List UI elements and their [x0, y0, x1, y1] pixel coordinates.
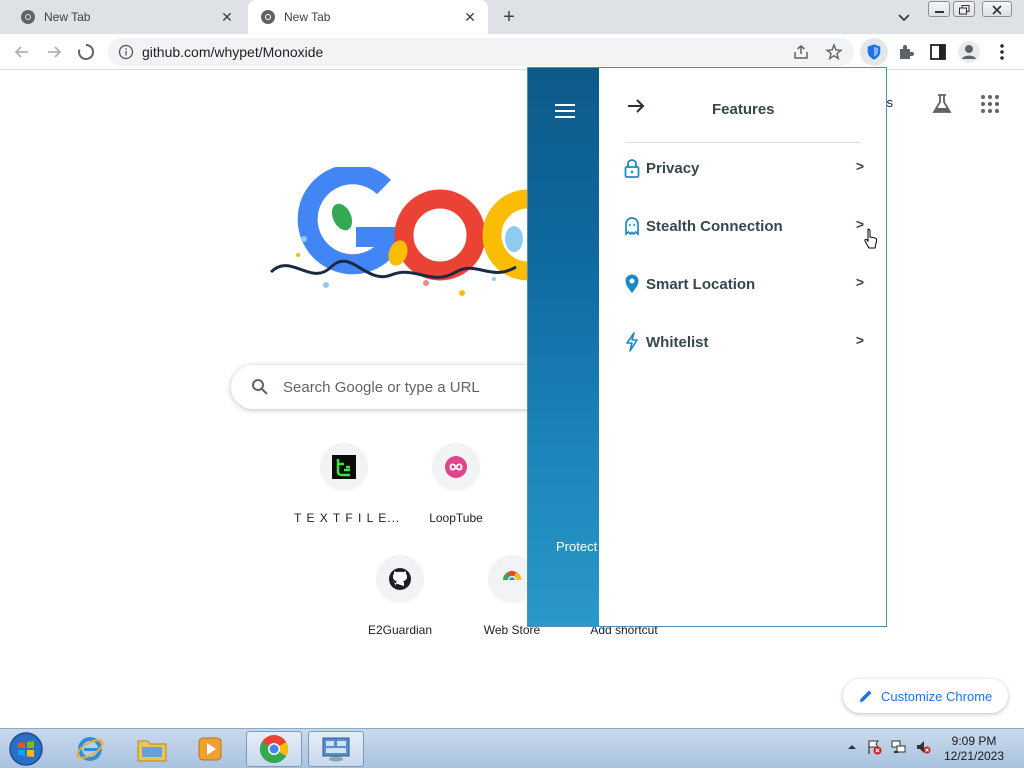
close-window-button[interactable]	[982, 1, 1012, 17]
taskbar-control-panel[interactable]	[308, 731, 364, 767]
chrome-webstore-icon	[502, 571, 522, 589]
divider	[625, 142, 861, 143]
shield-icon	[867, 44, 881, 60]
start-button[interactable]	[6, 731, 46, 767]
internet-explorer-icon	[76, 737, 104, 761]
clock-time: 9:09 PM	[951, 734, 997, 748]
shortcut-icon-circle	[320, 443, 368, 491]
lock-icon	[624, 159, 640, 178]
github-icon	[389, 568, 411, 590]
taskbar-media-player[interactable]	[182, 731, 238, 767]
search-placeholder: Search Google or type a URL	[283, 379, 480, 396]
windows-taskbar: 9:09 PM 12/21/2023	[0, 728, 1024, 768]
clock-date: 12/21/2023	[943, 749, 1005, 763]
feature-item-privacy[interactable]: Privacy >	[624, 156, 864, 180]
chrome-icon	[21, 10, 35, 24]
chevron-right-icon: >	[855, 274, 864, 290]
chevron-right-icon: >	[855, 332, 864, 348]
restore-button[interactable]	[953, 1, 975, 17]
shortcut-label: LoopTube	[429, 511, 483, 525]
person-icon	[962, 45, 976, 59]
restore-icon	[959, 5, 970, 15]
taskbar-file-explorer[interactable]	[124, 731, 180, 767]
shortcut-label: T E X T F I L E...	[294, 511, 401, 525]
tab-title: New Tab	[44, 10, 91, 24]
shortcut-icon-circle	[376, 555, 424, 603]
feature-label: Privacy	[646, 159, 700, 177]
chevron-down-icon[interactable]	[896, 9, 912, 25]
url-text[interactable]: github.com/whypet/Monoxide	[142, 44, 323, 60]
search-icon	[252, 379, 268, 395]
side-panel-icon[interactable]	[928, 42, 948, 62]
taskbar-chrome[interactable]	[246, 731, 302, 767]
profile-avatar[interactable]	[958, 41, 980, 63]
browser-toolbar: github.com/whypet/Monoxide	[0, 34, 1024, 70]
new-tab-button[interactable]: +	[498, 7, 520, 29]
labs-flask-icon[interactable]	[931, 93, 953, 115]
popup-title: Features	[712, 101, 775, 118]
lightning-icon	[626, 332, 638, 352]
minimize-icon	[935, 11, 944, 13]
address-bar[interactable]: github.com/whypet/Monoxide	[108, 38, 854, 66]
extension-popup: Protect Features Privacy > Stealth Conne…	[527, 67, 887, 627]
forward-arrow-icon[interactable]	[44, 42, 64, 62]
chevron-right-icon: >	[855, 158, 864, 174]
protect-status-text: Protect	[556, 539, 598, 554]
mouse-cursor-icon	[864, 228, 878, 249]
network-icon[interactable]	[891, 739, 907, 755]
close-tab-icon[interactable]: ✕	[462, 9, 478, 25]
volume-muted-icon[interactable]	[915, 739, 931, 755]
extension-shield-button[interactable]	[860, 38, 888, 66]
system-clock[interactable]: 9:09 PM 12/21/2023	[936, 734, 1012, 764]
shortcut-tile[interactable]: E2Guardian	[350, 555, 450, 637]
customize-chrome-button[interactable]: Customize Chrome	[843, 679, 1008, 713]
feature-item-stealth-connection[interactable]: Stealth Connection >	[624, 214, 864, 238]
more-menu-icon[interactable]	[992, 42, 1012, 62]
right-arrow-icon[interactable]	[626, 97, 646, 115]
share-icon[interactable]	[792, 43, 810, 61]
minimize-button[interactable]	[928, 1, 950, 17]
feature-label: Whitelist	[646, 333, 709, 351]
windows-logo-icon	[9, 732, 43, 766]
google-doodle[interactable]	[266, 167, 536, 297]
shortcut-tile[interactable]: T E X T F I L E...	[294, 443, 401, 525]
close-icon	[992, 5, 1002, 15]
info-icon[interactable]	[118, 44, 134, 60]
chevron-right-icon: >	[855, 216, 864, 232]
feature-label: Stealth Connection	[646, 217, 783, 235]
textfile-icon	[332, 455, 356, 479]
bookmark-star-icon[interactable]	[825, 43, 843, 61]
popup-sidebar: Protect	[528, 68, 599, 626]
shortcut-icon-circle	[432, 443, 480, 491]
tab-new-tab-2[interactable]: New Tab ✕	[248, 0, 488, 34]
google-search-box[interactable]: Search Google or type a URL	[231, 365, 551, 409]
feature-label: Smart Location	[646, 275, 756, 293]
control-panel-icon	[322, 737, 350, 762]
shortcut-tile[interactable]: LoopTube	[406, 443, 506, 525]
chrome-icon	[261, 10, 275, 24]
shortcut-label: E2Guardian	[367, 623, 433, 637]
ghost-icon	[625, 217, 639, 236]
close-tab-icon[interactable]: ✕	[219, 9, 235, 25]
location-pin-icon	[625, 274, 639, 293]
apps-grid-icon[interactable]	[980, 94, 1000, 114]
tab-strip: New Tab ✕ New Tab ✕ +	[0, 0, 1024, 34]
pencil-icon	[860, 690, 872, 702]
feature-item-whitelist[interactable]: Whitelist >	[624, 330, 864, 354]
chrome-icon	[260, 735, 288, 763]
customize-chrome-label: Customize Chrome	[881, 688, 993, 704]
hamburger-menu-icon[interactable]	[555, 104, 575, 118]
feature-item-smart-location[interactable]: Smart Location >	[624, 272, 864, 296]
looptube-icon	[445, 456, 467, 478]
show-hidden-icons-icon[interactable]	[844, 739, 860, 755]
folder-icon	[137, 740, 167, 762]
tab-new-tab-1[interactable]: New Tab ✕	[0, 0, 245, 34]
loading-spinner-icon[interactable]	[76, 42, 96, 62]
tab-title: New Tab	[284, 10, 331, 24]
media-player-icon	[198, 737, 222, 761]
action-center-flag-icon[interactable]	[866, 739, 882, 755]
extensions-puzzle-icon[interactable]	[896, 42, 916, 62]
back-arrow-icon[interactable]	[12, 42, 32, 62]
taskbar-internet-explorer[interactable]	[62, 731, 118, 767]
